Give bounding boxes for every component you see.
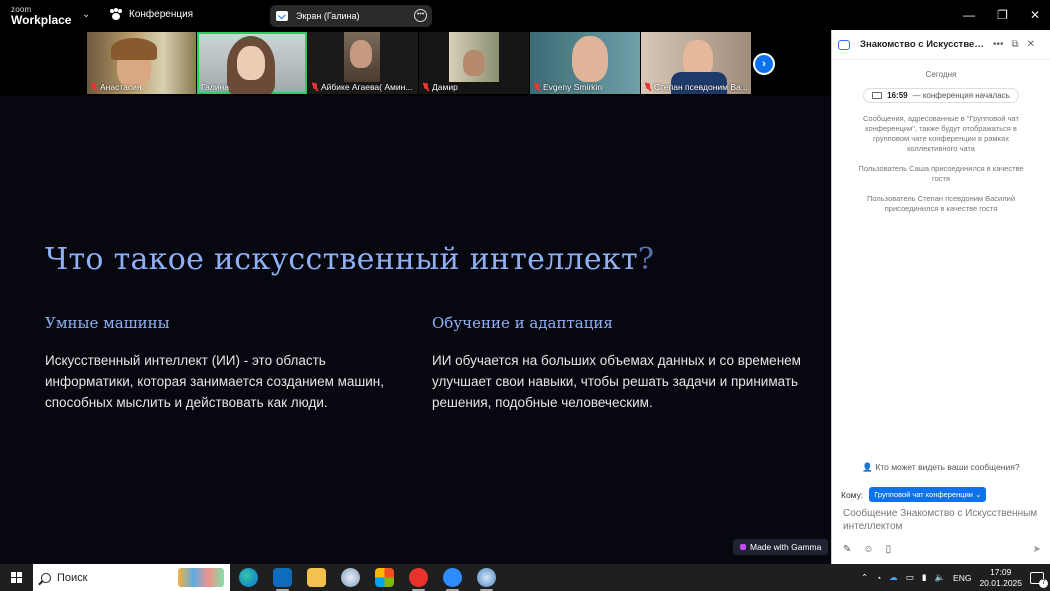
participant-label: Айбике Агаева( Амин...: [312, 82, 412, 92]
mic-off-icon: [645, 83, 651, 91]
column-1-heading: Умные машины: [45, 314, 170, 332]
start-time: 16:59: [887, 91, 908, 100]
emoji-icon[interactable]: ☺: [863, 544, 873, 555]
zoom-app-icon[interactable]: [443, 568, 462, 591]
to-label: Кому:: [841, 489, 864, 500]
meeting-icon: [110, 8, 123, 21]
video-tile-damir[interactable]: Дамир: [419, 32, 529, 94]
chat-panel: Знакомство с Искусственным интеллектом •…: [831, 30, 1050, 564]
send-icon[interactable]: ➤: [1033, 544, 1041, 555]
windows-taskbar: Поиск ⌃ ◔ ☁ ▭ ▮ 🔈 ENG 17:09 20.01.2025 7: [0, 564, 1050, 591]
participant-label: Анастасия: [91, 82, 141, 92]
gamma-logo-icon: [740, 544, 746, 550]
mic-off-icon: [91, 83, 97, 91]
video-tile-aibike[interactable]: Айбике Агаева( Амин...: [308, 32, 418, 94]
chevron-down-icon: ⌄: [975, 490, 982, 499]
participant-label: Степан псевдоним Ва...: [645, 82, 748, 92]
video-tile-anastasia[interactable]: Анастасия: [87, 32, 196, 94]
title-bar: zoom Workplace ⌄ Конференция Экран (Гали…: [0, 0, 831, 32]
store-icon[interactable]: [375, 568, 394, 587]
notification-icon[interactable]: 7: [1030, 571, 1048, 588]
zoom-logo: zoom Workplace: [11, 6, 72, 27]
recipient-select[interactable]: Групповой чат конференции ⌄: [869, 487, 987, 502]
minimize-button[interactable]: —: [963, 8, 975, 22]
who-can-see-link[interactable]: 👤 Кто может видеть ваши сообщения?: [832, 462, 1050, 473]
system-message: Сообщения, адресованные в "Групповой чат…: [863, 114, 1019, 153]
mic-off-icon: [423, 83, 429, 91]
date-separator: Сегодня: [925, 70, 957, 79]
slide-title: Что такое искусственный интеллект?: [45, 242, 655, 277]
video-tile-evgeny[interactable]: Evgeny Smirkin: [530, 32, 640, 94]
window-controls: — ❐ ✕: [831, 0, 1050, 30]
participant-label: Дамир: [423, 82, 458, 92]
system-message: Пользователь Саша присоединился в качест…: [858, 164, 1024, 183]
slide-column-1: Умные машины Искусственный интеллект (ИИ…: [45, 314, 405, 413]
chat-toolbar: ✎ ☺ ▯: [843, 544, 891, 555]
chevron-right-icon: ›: [762, 58, 766, 70]
chevron-down-icon[interactable]: ⌄: [82, 9, 90, 20]
camera-icon: [872, 92, 883, 99]
close-button[interactable]: ✕: [1030, 8, 1040, 22]
chat-icon: [838, 39, 850, 50]
recipient-row: Кому: Групповой чат конференции ⌄: [841, 487, 987, 502]
message-input[interactable]: Сообщение Знакомство с Искусственным инт…: [843, 507, 1038, 533]
more-options-icon[interactable]: •••: [414, 9, 427, 22]
chat-title: Знакомство с Искусственным интеллектом: [860, 39, 985, 50]
system-message: Пользователь Степан псевдоним Василий пр…: [866, 194, 1016, 213]
search-label: Поиск: [57, 571, 88, 584]
app-icon[interactable]: [477, 568, 496, 591]
windows-start-icon[interactable]: [11, 572, 22, 583]
user-lock-icon: 👤: [862, 462, 873, 472]
microphone-icon[interactable]: ▮: [922, 572, 927, 583]
screen-share-indicator[interactable]: Экран (Галина) •••: [270, 5, 432, 27]
more-options-icon[interactable]: •••: [993, 39, 1004, 50]
logo-big-text: Workplace: [11, 13, 72, 27]
slide-column-2: Обучение и адаптация ИИ обучается на бол…: [432, 314, 802, 413]
column-1-text: Искусственный интеллект (ИИ) - это облас…: [45, 353, 384, 410]
participant-label: Галина: [201, 82, 229, 92]
chat-header: Знакомство с Искусственным интеллектом •…: [832, 30, 1050, 60]
language-indicator[interactable]: ENG: [953, 573, 971, 583]
edge-icon[interactable]: [239, 568, 258, 587]
system-tray: ⌃ ◔ ☁ ▭ ▮ 🔈 ENG 17:09 20.01.2025 7: [861, 564, 1050, 591]
shared-slide: Что такое искусственный интеллект? Умные…: [0, 96, 831, 564]
mic-off-icon: [312, 83, 318, 91]
onedrive-icon[interactable]: ☁: [889, 572, 898, 583]
outlook-icon[interactable]: [273, 568, 292, 591]
close-icon[interactable]: ✕: [1027, 39, 1035, 50]
mic-off-icon: [534, 83, 540, 91]
video-strip: Анастасия Галина Айбике Агаева( Амин... …: [87, 32, 777, 96]
column-2-heading: Обучение и адаптация: [432, 314, 613, 332]
restore-button[interactable]: ❐: [997, 8, 1008, 22]
file-icon[interactable]: ▯: [886, 544, 892, 555]
popout-icon[interactable]: ⧉: [1012, 39, 1019, 50]
network-icon[interactable]: ◔: [876, 573, 881, 583]
video-tile-stepan[interactable]: Степан псевдоним Ва...: [641, 32, 751, 94]
search-highlight-image: [178, 568, 224, 587]
meeting-label: Конференция: [129, 9, 194, 20]
next-participants-button[interactable]: ›: [753, 53, 775, 75]
file-explorer-icon[interactable]: [307, 568, 326, 587]
participant-label: Evgeny Smirkin: [534, 82, 602, 92]
share-screen-icon: [276, 11, 288, 21]
browser-app-icon[interactable]: [341, 568, 360, 587]
made-with-gamma-badge[interactable]: Made with Gamma: [733, 539, 829, 555]
meeting-menu-button[interactable]: Конференция: [110, 8, 193, 21]
clock[interactable]: 17:09 20.01.2025: [979, 567, 1022, 589]
search-icon: [41, 572, 51, 583]
volume-icon[interactable]: 🔈: [934, 572, 945, 583]
column-2-text: ИИ обучается на больших объемах данных и…: [432, 353, 801, 410]
share-label: Экран (Галина): [296, 11, 360, 21]
meeting-started-notice: 16:59 — конференция началась: [863, 88, 1019, 103]
video-tile-galina[interactable]: Галина: [197, 32, 307, 94]
chat-messages: Сегодня 16:59 — конференция началась Соо…: [832, 60, 1050, 480]
yandex-browser-icon[interactable]: [409, 568, 428, 591]
taskbar-search[interactable]: Поиск: [33, 564, 230, 591]
format-icon[interactable]: ✎: [843, 544, 851, 555]
chevron-up-icon[interactable]: ⌃: [861, 572, 868, 583]
battery-icon[interactable]: ▭: [906, 572, 914, 583]
